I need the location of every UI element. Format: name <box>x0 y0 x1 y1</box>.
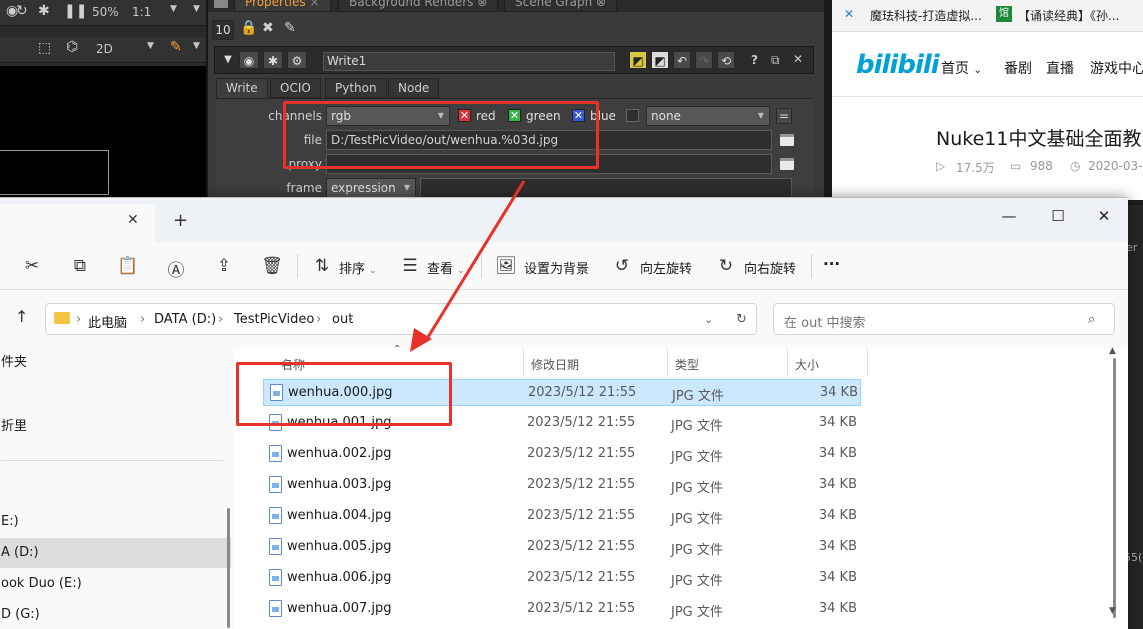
screen: ◉ ↻ ✱ ❚❚ 50% 1:1 ▼ ▼ ⬚ ⌬ 2D ▼ ✎ ▼ Proper… <box>0 0 1143 629</box>
annotation-arrow-layer <box>410 180 526 352</box>
annotation-arrow-line <box>423 180 526 343</box>
annotation-arrow-head <box>410 328 432 352</box>
